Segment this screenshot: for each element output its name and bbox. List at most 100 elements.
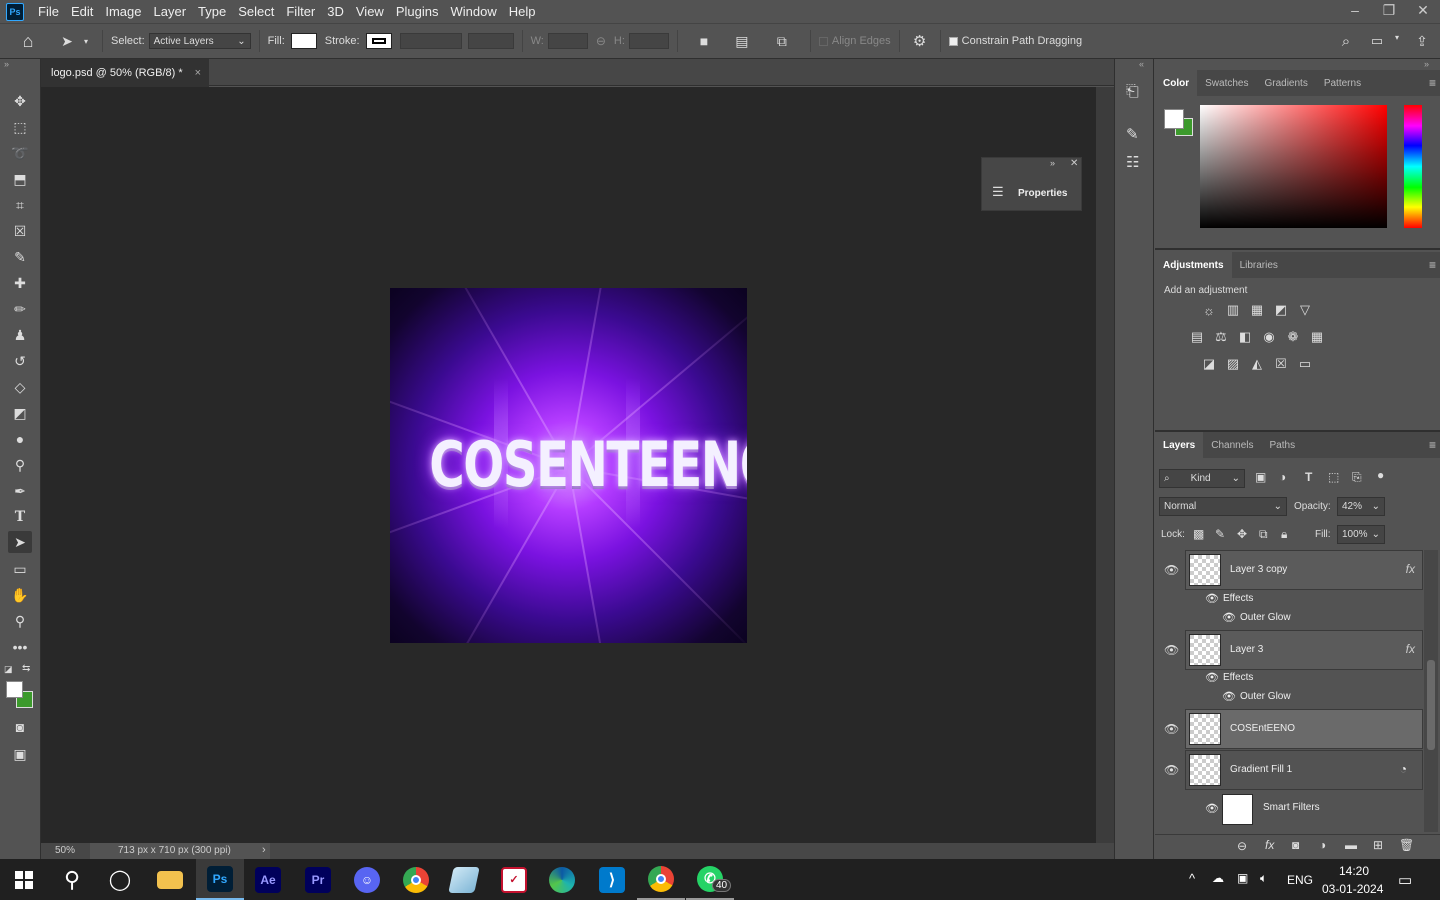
taskbar-app-chrome[interactable] bbox=[392, 859, 440, 900]
rectangle-tool-icon[interactable]: ▭ bbox=[8, 558, 32, 580]
chevron-right-icon[interactable]: › bbox=[262, 844, 266, 856]
select-dropdown[interactable]: Active Layers ⌄ bbox=[148, 33, 251, 49]
trash-icon[interactable]: 🗑︎ bbox=[1399, 838, 1414, 852]
new-group-icon[interactable]: ▬ bbox=[1345, 838, 1357, 852]
hue-saturation-icon[interactable]: ▤ bbox=[1188, 328, 1206, 346]
photo-filter-icon[interactable]: ◉ bbox=[1260, 328, 1278, 346]
screen-mode-icon[interactable]: ▣ bbox=[8, 743, 32, 765]
collapse-icon[interactable]: » bbox=[4, 59, 9, 69]
foreground-color-swatch[interactable] bbox=[1164, 109, 1184, 129]
menu-type[interactable]: Type bbox=[192, 4, 232, 19]
vibrance-icon[interactable]: ▽ bbox=[1296, 301, 1314, 319]
taskbar-app-vector[interactable]: ✓ bbox=[490, 859, 538, 900]
eye-icon[interactable]: 👁︎ bbox=[1164, 763, 1179, 777]
eye-icon[interactable]: 👁︎ bbox=[1205, 802, 1219, 815]
menu-plugins[interactable]: Plugins bbox=[390, 4, 445, 19]
expand-icon[interactable]: » bbox=[1050, 158, 1055, 168]
color-field[interactable] bbox=[1200, 105, 1387, 228]
filter-kind-dropdown[interactable]: ⌕ Kind ⌄ bbox=[1159, 469, 1245, 488]
history-brush-tool-icon[interactable]: ↺ bbox=[8, 350, 32, 372]
taskbar-app-discord[interactable]: ☺ bbox=[343, 859, 391, 900]
scrollbar-thumb[interactable] bbox=[1427, 660, 1435, 750]
dodge-tool-icon[interactable]: ⚲ bbox=[8, 454, 32, 476]
menu-3d[interactable]: 3D bbox=[321, 4, 350, 19]
color-lookup-icon[interactable]: ▦ bbox=[1308, 328, 1326, 346]
taskbar-app-chrome-profile[interactable] bbox=[637, 859, 685, 900]
link-layers-icon[interactable]: ⊖ bbox=[1237, 839, 1247, 853]
close-button[interactable]: ✕ bbox=[1406, 0, 1440, 23]
menu-layer[interactable]: Layer bbox=[148, 4, 193, 19]
new-adjustment-icon[interactable]: ◑ bbox=[1319, 838, 1326, 852]
hue-slider[interactable] bbox=[1404, 105, 1422, 228]
frame-tool-icon[interactable]: ☒ bbox=[8, 220, 32, 242]
stroke-width-input[interactable] bbox=[399, 33, 462, 49]
smart-filters-row[interactable]: 👁︎ Smart Filters bbox=[1155, 790, 1423, 830]
effect-row[interactable]: 👁︎ Outer Glow bbox=[1155, 688, 1423, 708]
panel-menu-icon[interactable]: ≡ bbox=[1429, 258, 1436, 272]
layer-name[interactable]: COSEntEENO bbox=[1230, 723, 1295, 734]
clock-date[interactable]: 03-01-2024 bbox=[1322, 882, 1383, 896]
lock-transparent-icon[interactable]: ▩ bbox=[1193, 527, 1204, 541]
menu-image[interactable]: Image bbox=[99, 4, 147, 19]
adjustment-filter-icon[interactable]: ◑ bbox=[1279, 470, 1286, 484]
invert-icon[interactable]: ◪ bbox=[1200, 355, 1218, 373]
stroke-type-dropdown[interactable] bbox=[467, 33, 514, 49]
layer-row[interactable]: 👁︎ Gradient Fill 1 ◔ bbox=[1155, 750, 1423, 790]
levels-icon[interactable]: ▥ bbox=[1224, 301, 1242, 319]
eye-icon[interactable]: 👁︎ bbox=[1164, 563, 1179, 577]
path-selection-tool-icon[interactable]: ➤ bbox=[8, 531, 32, 553]
menu-edit[interactable]: Edit bbox=[65, 4, 99, 19]
path-selection-tool-icon[interactable]: ➤ bbox=[56, 33, 78, 50]
notification-icon[interactable]: ▭ bbox=[1398, 871, 1412, 889]
panel-menu-icon[interactable]: ≡ bbox=[1429, 438, 1436, 452]
path-alignment-icon[interactable]: ▤ bbox=[722, 33, 762, 50]
fx-icon[interactable]: fx bbox=[1406, 562, 1415, 576]
height-input[interactable] bbox=[628, 33, 669, 49]
taskbar-app-edge[interactable] bbox=[538, 859, 586, 900]
layer-row[interactable]: 👁︎ Layer 3 copy fx bbox=[1155, 550, 1423, 590]
add-mask-icon[interactable]: ◙ bbox=[1292, 838, 1299, 852]
pen-tool-icon[interactable]: ✒ bbox=[8, 480, 32, 502]
brush-tool-icon[interactable]: ✏ bbox=[8, 298, 32, 320]
add-style-icon[interactable]: fx bbox=[1265, 838, 1274, 852]
swap-colors-icon[interactable]: ⇆ bbox=[22, 663, 30, 674]
exposure-icon[interactable]: ◩ bbox=[1272, 301, 1290, 319]
type-tool-icon[interactable]: T bbox=[8, 506, 32, 528]
restore-button[interactable]: ❐ bbox=[1372, 0, 1406, 23]
black-white-icon[interactable]: ◧ bbox=[1236, 328, 1254, 346]
tab-layers[interactable]: Layers bbox=[1155, 432, 1204, 458]
smart-object-filter-icon[interactable]: ⎘ bbox=[1352, 470, 1362, 485]
eye-icon[interactable]: 👁︎ bbox=[1205, 592, 1219, 605]
lasso-tool-icon[interactable]: ➰ bbox=[8, 142, 32, 164]
workspace-icon[interactable]: ▭ bbox=[1366, 33, 1388, 49]
menu-help[interactable]: Help bbox=[503, 4, 542, 19]
shape-filter-icon[interactable]: ⬚ bbox=[1328, 470, 1339, 484]
effects-row[interactable]: 👁︎ Effects bbox=[1155, 669, 1423, 688]
workspace-chevron-icon[interactable]: ▾ bbox=[1390, 33, 1404, 42]
effects-row[interactable]: 👁︎ Effects bbox=[1155, 590, 1423, 609]
marquee-tool-icon[interactable]: ⬚ bbox=[8, 116, 32, 138]
expand-icon[interactable]: » bbox=[1424, 59, 1429, 69]
blur-tool-icon[interactable]: ● bbox=[8, 428, 32, 450]
gear-icon[interactable]: ⚙ bbox=[908, 32, 932, 50]
tool-preset-chevron-icon[interactable]: ▾ bbox=[78, 37, 94, 46]
move-tool-icon[interactable]: ✥ bbox=[8, 90, 32, 112]
close-icon[interactable]: ✕ bbox=[1070, 158, 1078, 169]
pixel-filter-icon[interactable]: ▣ bbox=[1255, 470, 1266, 484]
properties-label[interactable]: Properties bbox=[1018, 188, 1067, 199]
eye-icon[interactable]: 👁︎ bbox=[1222, 611, 1236, 624]
more-tools-icon[interactable]: ••• bbox=[8, 636, 32, 658]
layer-name[interactable]: Gradient Fill 1 bbox=[1230, 764, 1292, 775]
clock-time[interactable]: 14:20 bbox=[1339, 864, 1369, 878]
history-panel-icon[interactable]: ⎗ bbox=[1126, 83, 1139, 101]
eye-icon[interactable]: 👁︎ bbox=[1222, 690, 1236, 703]
close-tab-icon[interactable]: × bbox=[195, 67, 201, 79]
menu-view[interactable]: View bbox=[350, 4, 390, 19]
chevron-up-icon[interactable]: ^ bbox=[1189, 871, 1195, 886]
gradient-map-icon[interactable]: ▭ bbox=[1296, 355, 1314, 373]
taskbar-app-after-effects[interactable]: Ae bbox=[244, 859, 292, 900]
volume-icon[interactable]: 🔈︎ bbox=[1260, 871, 1267, 886]
align-edges-checkbox[interactable]: Align Edges bbox=[818, 35, 891, 47]
taskbar-app-notes[interactable] bbox=[440, 859, 488, 900]
doc-info[interactable]: 713 px x 710 px (300 ppi) bbox=[118, 845, 231, 856]
